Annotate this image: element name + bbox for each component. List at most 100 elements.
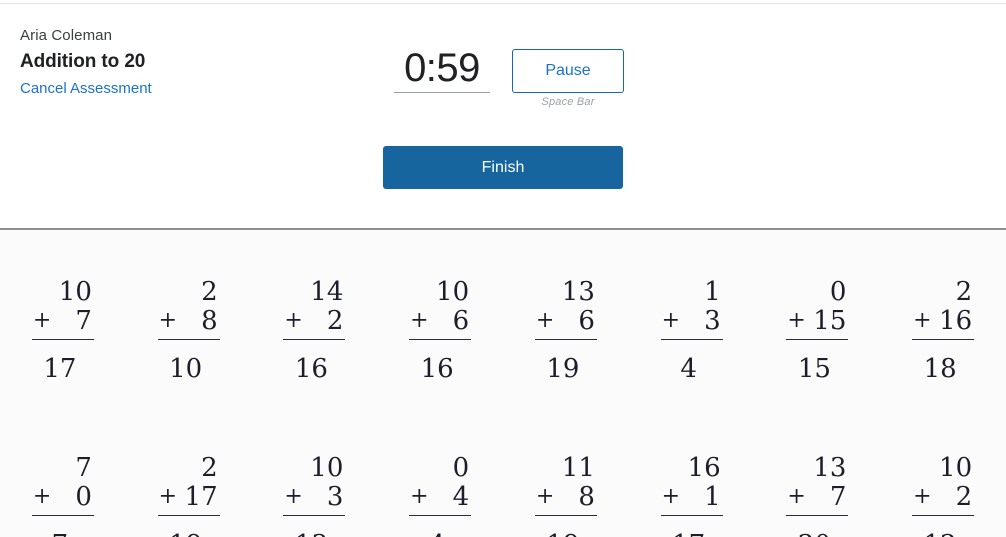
- addition-problem[interactable]: 10 +7 17: [31, 278, 94, 384]
- problem-cell[interactable]: 16+1 17: [629, 454, 755, 537]
- plus-icon: +: [158, 308, 178, 333]
- header-info-block: Aria Coleman Addition to 20 Cancel Asses…: [20, 26, 360, 99]
- addition-problem[interactable]: 11+8 19: [534, 453, 597, 537]
- answer-value[interactable]: 20: [786, 530, 848, 537]
- problem-cell[interactable]: 1 +3 4: [629, 278, 755, 384]
- answer-value[interactable]: 4: [409, 530, 471, 537]
- addition-problem[interactable]: 2 +8 10: [157, 278, 220, 384]
- answer-value[interactable]: 17: [661, 530, 723, 537]
- problem-cell[interactable]: 0+44: [377, 454, 503, 537]
- problem-cell[interactable]: 2 +8 10: [126, 278, 252, 384]
- answer-value[interactable]: 19: [158, 530, 220, 537]
- addend-bottom: +7: [786, 482, 848, 512]
- problem-cell[interactable]: 14 +2 16: [252, 278, 378, 384]
- addition-problem[interactable]: 2+1719: [157, 454, 220, 537]
- addition-problem[interactable]: 13+7 20: [786, 453, 849, 537]
- finish-button[interactable]: Finish: [383, 146, 623, 189]
- addition-problem[interactable]: 7+07: [31, 453, 94, 537]
- answer-value[interactable]: 16: [283, 354, 345, 384]
- plus-icon: +: [410, 308, 429, 333]
- problem-cell[interactable]: 2+1719: [126, 454, 252, 537]
- addition-problem[interactable]: 10+212: [912, 453, 975, 537]
- problem-cell[interactable]: 13 +6 19: [503, 278, 629, 384]
- plus-icon: +: [535, 308, 555, 333]
- answer-value[interactable]: 18: [912, 354, 974, 384]
- answer-value[interactable]: 4: [661, 354, 723, 384]
- addend-bottom: +7: [32, 306, 94, 336]
- sum-rule: [409, 339, 472, 340]
- addition-problem[interactable]: 13 +6 19: [534, 277, 597, 384]
- problem-cell[interactable]: 10+212: [880, 454, 1006, 537]
- addition-problem[interactable]: 14 +2 16: [283, 278, 346, 384]
- worksheet-area[interactable]: 10 +7 17 2 +8 10 14 +2 16 10 +6 16 13 +6 19 1 +3 4 0 +15 15 2…: [0, 230, 1006, 537]
- addend-bottom: +3: [283, 482, 345, 512]
- addend-top: 10: [939, 453, 973, 483]
- page-title: Addition to 20: [20, 51, 146, 72]
- addend-bottom: +2: [283, 306, 345, 336]
- addend-bottom-value: 17: [184, 482, 218, 512]
- timer-underline: [394, 92, 490, 93]
- cancel-assessment-link[interactable]: Cancel Assessment: [20, 79, 152, 99]
- addition-problem[interactable]: 2 +16 18: [912, 277, 975, 384]
- addition-problem[interactable]: 10+313: [283, 454, 346, 537]
- addend-bottom: +8: [535, 482, 597, 512]
- addend-bottom-value: 3: [704, 306, 721, 336]
- problem-cell[interactable]: 13+7 20: [755, 454, 881, 537]
- addend-bottom: +4: [409, 482, 471, 512]
- addend-top: 7: [75, 453, 92, 483]
- pause-button[interactable]: Pause: [512, 49, 624, 93]
- problem-row: 7+072+171910+3130+4411+81916+11713+72010…: [0, 454, 1006, 537]
- answer-value[interactable]: 7: [32, 530, 94, 537]
- addend-top: 11: [561, 453, 595, 483]
- answer-value[interactable]: 10: [158, 354, 220, 384]
- problem-cell[interactable]: 11+8 19: [503, 454, 629, 537]
- plus-icon: +: [158, 484, 178, 509]
- problem-cell[interactable]: 7+07: [0, 454, 126, 537]
- problem-cell[interactable]: 0 +15 15: [755, 278, 881, 384]
- problem-cell[interactable]: 10 +6 16: [377, 278, 503, 384]
- assessment-screen: Aria Coleman Addition to 20 Cancel Asses…: [0, 0, 1006, 537]
- answer-value[interactable]: 17: [32, 354, 94, 384]
- answer-value[interactable]: 19: [535, 530, 597, 537]
- sum-rule: [660, 339, 723, 340]
- sum-rule: [912, 515, 975, 516]
- answer-value[interactable]: 13: [283, 530, 345, 537]
- addend-bottom-value: 16: [939, 306, 973, 336]
- addend-top: 16: [687, 453, 721, 483]
- addend-top: 10: [436, 277, 470, 307]
- plus-icon: +: [661, 484, 681, 509]
- addend-bottom: +1: [661, 482, 723, 512]
- answer-value[interactable]: 16: [409, 354, 471, 384]
- plus-icon: +: [913, 484, 932, 509]
- timer: 0:59: [394, 46, 490, 93]
- sum-rule: [157, 515, 220, 516]
- sum-rule: [786, 339, 849, 340]
- addend-top: 13: [561, 277, 595, 307]
- addend-bottom-value: 15: [813, 306, 847, 336]
- addition-problem[interactable]: 1 +3 4: [660, 278, 723, 384]
- addend-bottom-value: 6: [578, 306, 595, 336]
- addend-top: 2: [955, 277, 973, 307]
- plus-icon: +: [787, 308, 806, 333]
- addition-problem[interactable]: 16+1 17: [660, 453, 723, 537]
- problem-cell[interactable]: 10 +7 17: [0, 278, 126, 384]
- addend-bottom-value: 7: [829, 482, 847, 512]
- addend-bottom-value: 0: [75, 482, 92, 512]
- addend-top: 13: [813, 453, 847, 483]
- plus-icon: +: [284, 484, 303, 509]
- addition-problem[interactable]: 0+44: [409, 454, 472, 537]
- sum-rule: [157, 339, 220, 340]
- problem-cell[interactable]: 2 +16 18: [880, 278, 1006, 384]
- addition-problem[interactable]: 10 +6 16: [409, 277, 472, 384]
- sum-rule: [409, 515, 472, 516]
- plus-icon: +: [32, 484, 52, 509]
- answer-value[interactable]: 15: [786, 354, 848, 384]
- addition-problem[interactable]: 0 +15 15: [786, 278, 849, 384]
- problem-cell[interactable]: 10+313: [252, 454, 378, 537]
- answer-value[interactable]: 12: [912, 530, 974, 537]
- pause-control: Pause Space Bar: [512, 49, 624, 108]
- addend-bottom-value: 3: [326, 482, 344, 512]
- answer-value[interactable]: 19: [535, 354, 597, 384]
- sum-rule: [534, 339, 597, 340]
- addend-bottom: +15: [786, 306, 848, 336]
